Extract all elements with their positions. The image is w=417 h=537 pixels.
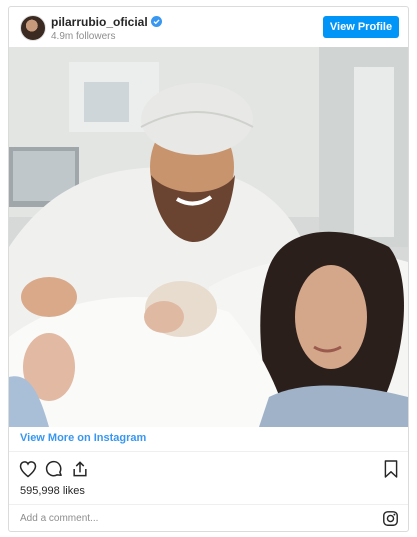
instagram-logo-icon[interactable] — [382, 510, 399, 527]
post-image — [9, 47, 408, 427]
heart-icon[interactable] — [18, 459, 38, 479]
like-count: 595,998 likes — [20, 485, 85, 497]
verified-badge-icon — [150, 16, 162, 27]
divider — [9, 451, 408, 452]
post-header: pilarrubio_oficial 4.9m followers View P… — [9, 7, 408, 47]
view-more-link[interactable]: View More on Instagram — [20, 432, 146, 444]
bookmark-icon[interactable] — [383, 459, 399, 479]
view-profile-button[interactable]: View Profile — [323, 16, 399, 38]
share-icon[interactable] — [70, 459, 90, 479]
comment-input[interactable]: Add a comment... — [20, 513, 98, 524]
username-row[interactable]: pilarrubio_oficial — [51, 15, 162, 29]
follower-count: 4.9m followers — [51, 31, 116, 42]
profile-avatar[interactable] — [20, 15, 46, 41]
instagram-embed-card: pilarrubio_oficial 4.9m followers View P… — [8, 6, 409, 532]
comment-bubble-icon[interactable] — [44, 459, 64, 479]
divider — [9, 504, 408, 505]
post-photo[interactable] — [9, 47, 408, 427]
username[interactable]: pilarrubio_oficial — [51, 15, 148, 29]
